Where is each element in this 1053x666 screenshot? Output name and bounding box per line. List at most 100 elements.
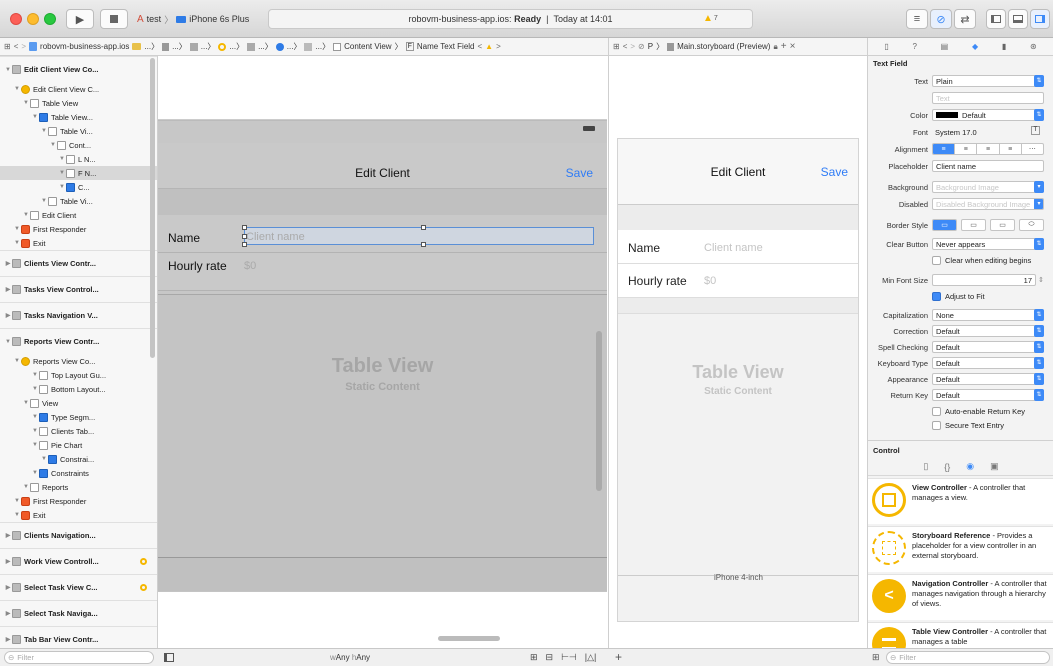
utilities-toggle-button[interactable] [1030, 9, 1050, 29]
disclosure-triangle-icon[interactable]: ▼ [13, 512, 21, 518]
connections-inspector-icon[interactable]: ⊛ [1030, 42, 1037, 51]
align-icon[interactable]: ⊟ [546, 652, 554, 663]
min-font-field[interactable]: 17 [932, 274, 1036, 286]
library-item-storyboard-reference[interactable]: Storyboard Reference - Provides a placeh… [868, 526, 1053, 572]
name-cell[interactable]: Name Client name [158, 215, 607, 253]
disclosure-triangle-icon[interactable]: ▼ [31, 442, 39, 448]
size-inspector-icon[interactable]: ▮ [1002, 42, 1006, 51]
align-left-icon[interactable]: ≡ [933, 144, 956, 154]
navigator-toggle-button[interactable] [986, 9, 1006, 29]
library-item-view-controller[interactable]: View Controller - A controller that mana… [868, 478, 1053, 524]
outline-scene[interactable]: ▶ Clients Navigation... [0, 522, 157, 548]
resolve-icon[interactable]: |△| [585, 652, 597, 663]
outline-item[interactable]: ▼ F N... [0, 166, 157, 180]
jump-crumb-textfield[interactable]: Name Text Field [417, 42, 475, 51]
outline-scene[interactable]: ▶ Tab Bar View Contr... [0, 626, 157, 648]
disclosure-triangle-icon[interactable]: ▼ [22, 212, 30, 218]
lock-icon[interactable]: 🔒︎ [773, 42, 777, 52]
disclosure-triangle-icon[interactable]: ▼ [58, 156, 66, 162]
outline-item[interactable]: ▼ Exit [0, 236, 157, 250]
vertical-scrollbar[interactable] [596, 331, 602, 491]
alignment-control[interactable]: ≡ ≡ ≡ ≡ ⋯ [932, 143, 1044, 155]
jump-project[interactable]: robovm-business-app.ios [40, 42, 129, 51]
pin-icon[interactable]: ⊢⊣ [561, 652, 577, 663]
outline-item[interactable]: ▼ First Responder [0, 494, 157, 508]
stop-button[interactable] [100, 9, 128, 29]
outline-item[interactable]: ▼ Table View... [0, 110, 157, 124]
disclosure-triangle-icon[interactable]: ▼ [58, 184, 66, 190]
resize-handle[interactable] [421, 225, 426, 230]
help-inspector-icon[interactable]: ? [912, 42, 916, 51]
outline-scene[interactable]: ▼ Reports View Contr... [0, 328, 157, 354]
disabled-popup[interactable]: Disabled Background Image ▾ [932, 198, 1044, 210]
file-template-icon[interactable]: ▯ [923, 461, 928, 472]
name-text-field[interactable]: Client name [242, 225, 594, 247]
disclosure-triangle-icon[interactable]: ▼ [4, 67, 12, 73]
outline-item[interactable]: ▼ L N... [0, 152, 157, 166]
outline-item[interactable]: ▼ Constraints [0, 466, 157, 480]
outline-item[interactable]: ▼ First Responder [0, 222, 157, 236]
disclosure-triangle-icon[interactable]: ▼ [22, 400, 30, 406]
outline-scene[interactable]: ▼ Edit Client View Co... [0, 56, 157, 82]
disclosure-triangle-icon[interactable]: ▼ [49, 142, 57, 148]
next-issue-button[interactable]: > [496, 42, 501, 51]
disclosure-triangle-icon[interactable]: ▼ [22, 100, 30, 106]
disclosure-triangle-icon[interactable]: ▼ [40, 128, 48, 134]
library-item-navigation-controller[interactable]: < Navigation Controller - A controller t… [868, 574, 1053, 620]
disclosure-triangle-icon[interactable]: ▼ [4, 339, 12, 345]
add-editor-button[interactable]: + [781, 41, 787, 52]
outline-scrollbar[interactable] [150, 58, 155, 358]
correction-popup[interactable]: Default ⇅ [932, 325, 1044, 337]
related-items-icon[interactable]: ⊞ [4, 42, 11, 51]
resize-handle[interactable] [242, 242, 247, 247]
placeholder-field[interactable]: Client name [932, 160, 1044, 172]
object-library-icon[interactable]: ◉ [966, 461, 974, 472]
disclosure-triangle-icon[interactable]: ▶ [4, 286, 12, 293]
appearance-popup[interactable]: Default ⇅ [932, 373, 1044, 385]
outline-item[interactable]: ▼ Reports View Co... [0, 354, 157, 368]
disclosure-triangle-icon[interactable]: ▶ [4, 260, 12, 267]
clear-button-popup[interactable]: Never appears ⇅ [932, 238, 1044, 250]
outline-item[interactable]: ▼ Constrai... [0, 452, 157, 466]
minimize-window-button[interactable] [27, 13, 39, 25]
background-popup[interactable]: Background Image ▾ [932, 181, 1044, 193]
disclosure-triangle-icon[interactable]: ▼ [13, 86, 21, 92]
disclosure-triangle-icon[interactable]: ▼ [13, 226, 21, 232]
border-style-control[interactable]: ▭ ▭ ▭ ⬭ [932, 219, 1044, 231]
scene-view[interactable]: Edit Client Save Name Client name Hourly… [158, 120, 607, 592]
disclosure-triangle-icon[interactable]: ▼ [40, 456, 48, 462]
run-button[interactable]: ▶ [66, 9, 94, 29]
disclosure-triangle-icon[interactable]: ▼ [13, 358, 21, 364]
back-button[interactable]: < [14, 42, 19, 51]
outline-filter-field[interactable]: ⊖ Filter [4, 651, 154, 664]
jump-prefix[interactable]: P [648, 42, 653, 51]
disclosure-triangle-icon[interactable]: ▼ [31, 470, 39, 476]
outline-item[interactable]: ▼ C... [0, 180, 157, 194]
border-rounded-button[interactable]: ⬭ [1019, 219, 1044, 231]
code-snippet-icon[interactable]: {} [944, 462, 950, 472]
add-icon[interactable]: + [615, 650, 622, 664]
disclosure-triangle-icon[interactable]: ▼ [22, 484, 30, 490]
outline-item[interactable]: ▼ Pie Chart [0, 438, 157, 452]
jump-crumb-content[interactable]: Content View [344, 42, 391, 51]
outline-item[interactable]: ▼ Clients Tab... [0, 424, 157, 438]
back-button[interactable]: < [623, 42, 628, 51]
outline-item[interactable]: ▼ Reports [0, 480, 157, 494]
identity-inspector-icon[interactable]: ▤ [941, 42, 949, 51]
resize-handle[interactable] [242, 225, 247, 230]
stepper-icon[interactable]: ⇕ [1038, 276, 1044, 284]
scheme-selector[interactable]: A test 〉 iPhone 6s Plus [133, 10, 255, 28]
rate-cell[interactable]: Hourly rate $0 [158, 253, 607, 291]
outline-item[interactable]: ▼ Table View [0, 96, 157, 110]
related-items-icon[interactable]: ⊞ [613, 42, 620, 51]
outline-toggle-icon[interactable] [164, 653, 174, 662]
disclosure-triangle-icon[interactable]: ▼ [31, 428, 39, 434]
jump-file[interactable]: Main.storyboard (Preview) [677, 42, 770, 51]
size-class-control[interactable]: wAny hAny [330, 653, 370, 662]
color-popup[interactable]: Default ⇅ [932, 109, 1044, 121]
align-justify-icon[interactable]: ≡ [1000, 144, 1022, 154]
spell-checking-popup[interactable]: Default ⇅ [932, 341, 1044, 353]
align-right-icon[interactable]: ≡ [977, 144, 1000, 154]
disclosure-triangle-icon[interactable]: ▼ [31, 114, 39, 120]
outline-item[interactable]: ▼ Top Layout Gu... [0, 368, 157, 382]
